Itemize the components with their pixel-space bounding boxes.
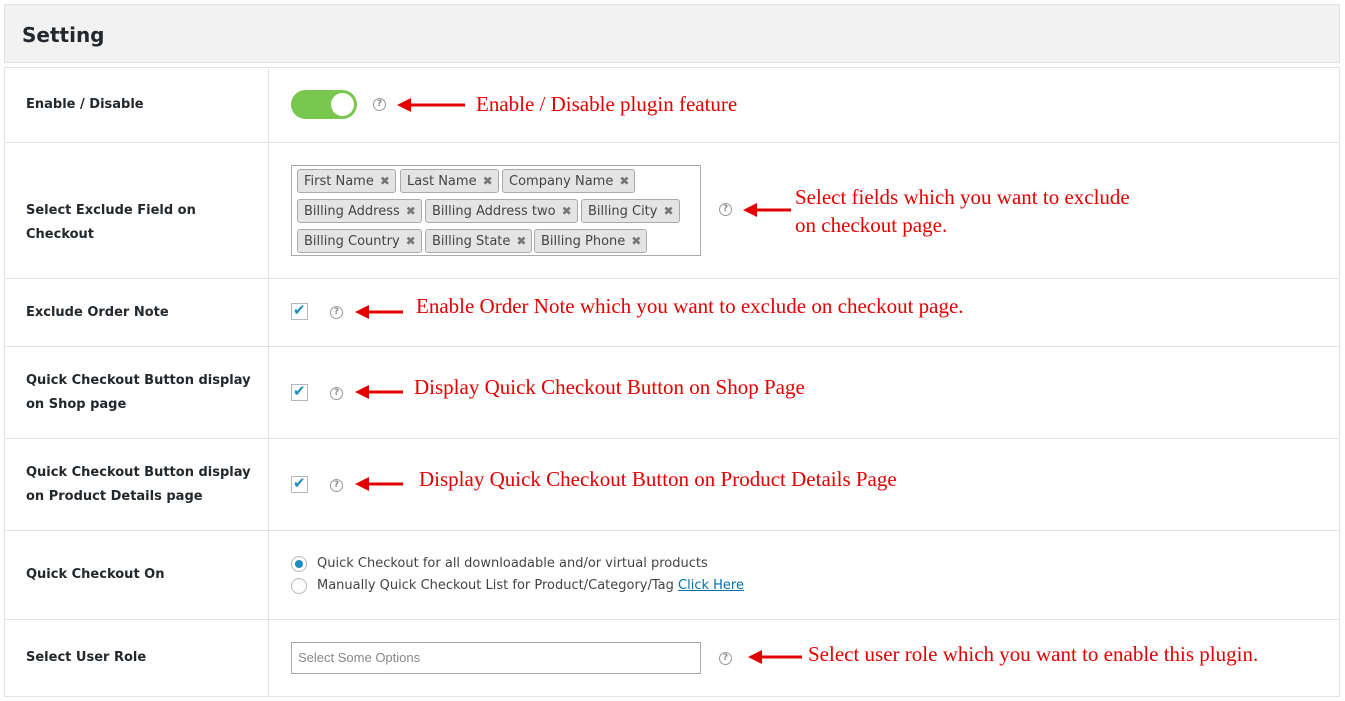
label-cell: Exclude Order Note — [5, 279, 269, 346]
user-role-label: Select User Role — [26, 650, 147, 665]
product-page-label-2: on Product Details page — [26, 489, 203, 504]
row-shop-page: Quick Checkout Button display on Shop pa… — [5, 347, 1339, 439]
arrow-icon — [743, 202, 793, 218]
radio-all-downloadable[interactable] — [291, 556, 307, 572]
help-icon[interactable]: ? — [719, 203, 732, 216]
order-note-checkbox[interactable]: ✔ — [291, 301, 308, 320]
product-page-label-1: Quick Checkout Button display — [26, 465, 251, 480]
row-exclude-fields: Select Exclude Field on Checkout First N… — [5, 143, 1339, 279]
remove-tag-icon[interactable]: ✖ — [562, 200, 572, 222]
checkmark-icon: ✔ — [293, 474, 306, 492]
annotation-shop-page: Display Quick Checkout Button on Shop Pa… — [414, 375, 805, 399]
order-note-label: Exclude Order Note — [26, 305, 169, 320]
remove-tag-icon[interactable]: ✖ — [516, 230, 526, 252]
radio-all-downloadable-label[interactable]: Quick Checkout for all downloadable and/… — [317, 554, 708, 574]
toggle-knob — [331, 93, 354, 116]
row-user-role: Select User Role Select Some Options ? S… — [5, 620, 1339, 696]
remove-tag-icon[interactable]: ✖ — [483, 170, 493, 192]
remove-tag-icon[interactable]: ✖ — [631, 230, 641, 252]
settings-header: Setting — [4, 4, 1340, 63]
row-enable-disable: Enable / Disable ? Enable / Disable plug… — [5, 68, 1339, 143]
tag-label: Billing Country — [304, 234, 400, 249]
annotation-exclude-fields-2: on checkout page. — [795, 213, 948, 237]
checkmark-icon: ✔ — [293, 382, 306, 400]
help-icon[interactable]: ? — [330, 387, 343, 400]
tag-label: Company Name — [509, 174, 614, 189]
tag-first-name: First Name ✖ — [297, 169, 396, 193]
label-cell: Quick Checkout On — [5, 531, 269, 619]
tag-label: Billing City — [588, 204, 658, 219]
tag-label: Billing Address — [304, 204, 400, 219]
tag-label: Last Name — [407, 174, 477, 189]
manual-list-text: Manually Quick Checkout List for Product… — [317, 578, 674, 593]
remove-tag-icon[interactable]: ✖ — [406, 230, 416, 252]
label-cell: Select Exclude Field on Checkout — [5, 143, 269, 278]
tag-company-name: Company Name ✖ — [502, 169, 636, 193]
remove-tag-icon[interactable]: ✖ — [406, 200, 416, 222]
annotation-user-role: Select user role which you want to enabl… — [808, 642, 1259, 666]
label-cell: Quick Checkout Button display on Product… — [5, 439, 269, 530]
shop-page-label-1: Quick Checkout Button display — [26, 373, 251, 388]
enable-toggle[interactable] — [291, 90, 357, 119]
settings-table: Enable / Disable ? Enable / Disable plug… — [4, 67, 1340, 697]
tag-label: Billing State — [432, 234, 511, 249]
checkmark-icon: ✔ — [293, 301, 306, 319]
label-cell: Quick Checkout Button display on Shop pa… — [5, 347, 269, 438]
help-icon[interactable]: ? — [330, 306, 343, 319]
arrow-icon — [397, 97, 467, 113]
tag-billing-state: Billing State ✖ — [425, 229, 533, 253]
shop-page-checkbox[interactable]: ✔ — [291, 382, 308, 401]
label-cell: Enable / Disable — [5, 68, 269, 142]
row-checkout-on: Quick Checkout On Quick Checkout for all… — [5, 531, 1339, 620]
arrow-icon — [748, 649, 804, 665]
tag-billing-address: Billing Address ✖ — [297, 199, 422, 223]
radio-manual-list-label[interactable]: Manually Quick Checkout List for Product… — [317, 576, 744, 596]
tag-billing-phone: Billing Phone ✖ — [534, 229, 648, 253]
annotation-order-note: Enable Order Note which you want to excl… — [416, 294, 964, 318]
help-icon[interactable]: ? — [719, 652, 732, 665]
annotation-enable: Enable / Disable plugin feature — [476, 92, 738, 116]
tag-label: First Name — [304, 174, 374, 189]
annotation-product-page: Display Quick Checkout Button on Product… — [419, 467, 897, 491]
arrow-icon — [355, 476, 405, 492]
annotation-exclude-fields-1: Select fields which you want to exclude — [795, 185, 1130, 209]
arrow-icon — [355, 304, 405, 320]
help-icon[interactable]: ? — [373, 98, 386, 111]
shop-page-label-2: on Shop page — [26, 397, 127, 412]
enable-disable-label: Enable / Disable — [26, 97, 144, 112]
exclude-fields-label: Select Exclude Field on Checkout — [26, 203, 196, 242]
arrow-icon — [355, 384, 405, 400]
tag-label: Billing Phone — [541, 234, 626, 249]
page-title: Setting — [22, 23, 105, 47]
tag-billing-city: Billing City ✖ — [581, 199, 680, 223]
click-here-link[interactable]: Click Here — [678, 578, 744, 593]
radio-manual-list[interactable] — [291, 578, 307, 594]
remove-tag-icon[interactable]: ✖ — [380, 170, 390, 192]
remove-tag-icon[interactable]: ✖ — [619, 170, 629, 192]
tag-billing-address-two: Billing Address two ✖ — [425, 199, 578, 223]
user-role-select[interactable]: Select Some Options — [291, 642, 701, 674]
row-product-page: Quick Checkout Button display on Product… — [5, 439, 1339, 531]
tag-last-name: Last Name ✖ — [400, 169, 499, 193]
radio-selected-dot — [295, 560, 303, 568]
help-icon[interactable]: ? — [330, 479, 343, 492]
label-cell: Select User Role — [5, 620, 269, 696]
tag-billing-country: Billing Country ✖ — [297, 229, 422, 253]
checkout-on-label: Quick Checkout On — [26, 567, 165, 582]
exclude-fields-multiselect[interactable]: First Name ✖ Last Name ✖ Company Name ✖ Bil… — [291, 165, 701, 256]
row-order-note: Exclude Order Note ✔ ? Enable Order Note… — [5, 279, 1339, 347]
product-page-checkbox[interactable]: ✔ — [291, 474, 308, 493]
remove-tag-icon[interactable]: ✖ — [663, 200, 673, 222]
tag-label: Billing Address two — [432, 204, 556, 219]
